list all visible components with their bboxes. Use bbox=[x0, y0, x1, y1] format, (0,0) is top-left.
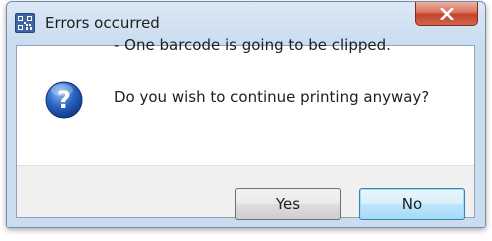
close-icon bbox=[439, 7, 454, 20]
dialog-title: Errors occurred bbox=[45, 14, 160, 32]
barcode-app-icon bbox=[15, 13, 35, 33]
yes-button[interactable]: Yes bbox=[235, 188, 341, 220]
message-line-continue: Do you wish to continue printing anyway? bbox=[114, 88, 430, 106]
message-line-clipped: - One barcode is going to be clipped. bbox=[114, 36, 391, 54]
question-icon: ? bbox=[45, 81, 83, 119]
dialog-window: Errors occurred ? - One barcode is going… bbox=[6, 1, 486, 228]
close-button[interactable] bbox=[415, 2, 478, 26]
no-button[interactable]: No bbox=[359, 188, 465, 220]
svg-text:?: ? bbox=[57, 86, 71, 114]
